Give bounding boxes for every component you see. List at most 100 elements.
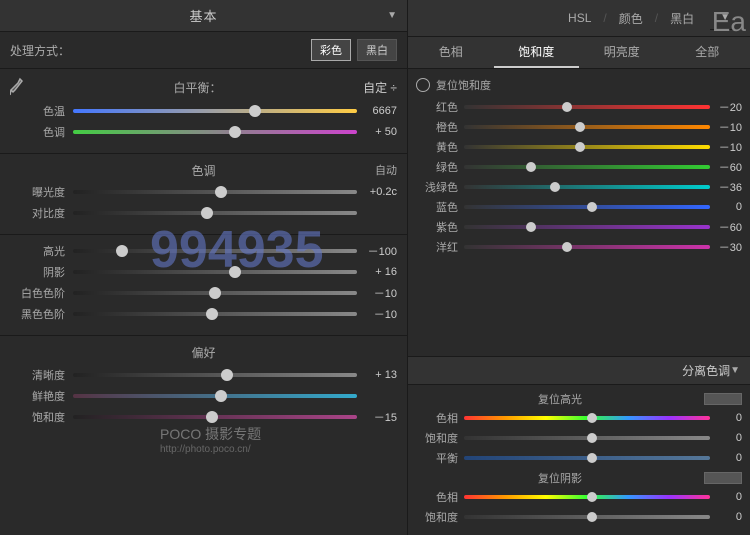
exposure-label: 曝光度 [10, 184, 65, 200]
split-saturation-label: 饱和度 [416, 430, 458, 446]
split-hue-row: 色相 0 [416, 410, 742, 426]
highlight-value: －100 [357, 243, 397, 259]
hsl-red-value: －20 [710, 99, 742, 115]
hsl-green-value: －60 [710, 159, 742, 175]
black-level-value: －10 [357, 306, 397, 322]
contrast-label: 对比度 [10, 205, 65, 221]
tint-slider[interactable] [73, 125, 357, 139]
black-level-label: 黑色色阶 [10, 306, 65, 322]
saturation-left-value: －15 [357, 409, 397, 425]
hsl-row-orange: 橙色 －10 [416, 119, 742, 135]
detail-section: 高光 －100 阴影 + 16 白色色阶 [0, 235, 407, 336]
hsl-magenta-value: －30 [710, 239, 742, 255]
white-level-label: 白色色阶 [10, 285, 65, 301]
hsl-sliders-area: 复位饱和度 红色 －20 橙色 －10 黄色 [408, 69, 750, 356]
split-hue-slider[interactable] [464, 412, 710, 424]
split-toning-arrow: ▼ [730, 365, 740, 376]
shadow-slider[interactable] [73, 265, 357, 279]
vibrance-slider[interactable] [73, 389, 357, 403]
highlight-slider[interactable] [73, 244, 357, 258]
color-temp-value: 6667 [357, 105, 397, 117]
contrast-slider[interactable] [73, 206, 357, 220]
vibrance-label: 鲜艳度 [10, 388, 65, 404]
hsl-circle-icon [416, 78, 430, 92]
split-saturation-row: 饱和度 0 [416, 430, 742, 446]
hsl-row-blue: 蓝色 0 [416, 199, 742, 215]
hsl-aqua-slider[interactable] [464, 181, 710, 193]
hsl-purple-value: －60 [710, 219, 742, 235]
split-hue-label: 色相 [416, 410, 458, 426]
shadow-swatch [704, 472, 742, 484]
white-level-slider[interactable] [73, 286, 357, 300]
split-hue-value: 0 [710, 412, 742, 424]
bw-title[interactable]: 黑白 [666, 10, 698, 27]
hsl-title[interactable]: HSL [564, 11, 595, 25]
hsl-green-slider[interactable] [464, 161, 710, 173]
wb-label: 白平衡： [32, 79, 363, 96]
shadow-hue-slider[interactable] [464, 491, 710, 503]
tab-saturation[interactable]: 饱和度 [494, 37, 580, 68]
hsl-section-header: HSL / 颜色 / 黑白 ▼ [408, 0, 750, 37]
hsl-row-red: 红色 －20 [416, 99, 742, 115]
hsl-blue-slider[interactable] [464, 201, 710, 213]
top-right-label: Ea [712, 6, 746, 38]
balance-row: 平衡 0 [416, 450, 742, 466]
basic-title: 基本 [189, 6, 217, 25]
hsl-aqua-value: －36 [710, 179, 742, 195]
balance-label: 平衡 [416, 450, 458, 466]
hsl-magenta-label: 洋红 [416, 239, 458, 255]
split-toning-title: 分离色调 [682, 362, 730, 379]
shadow-hue-label: 色相 [416, 489, 458, 505]
tone-auto-button[interactable]: 自动 [375, 162, 397, 178]
hsl-row-green: 绿色 －60 [416, 159, 742, 175]
clarity-slider[interactable] [73, 368, 357, 382]
tab-all[interactable]: 全部 [665, 37, 750, 68]
shadow-saturation-value: 0 [710, 511, 742, 523]
hsl-row-purple: 紫色 －60 [416, 219, 742, 235]
wb-value: 自定 ÷ [363, 79, 397, 96]
hsl-yellow-slider[interactable] [464, 141, 710, 153]
color-temp-slider[interactable] [73, 104, 357, 118]
tint-row: 色调 + 50 [10, 124, 397, 140]
hsl-magenta-slider[interactable] [464, 241, 710, 253]
shadow-saturation-label: 饱和度 [416, 509, 458, 525]
saturation-left-slider[interactable] [73, 410, 357, 424]
tint-label: 色调 [10, 124, 65, 140]
left-panel: 基本 ▼ 处理方式： 彩色 黑白 白平衡： 自定 ÷ 色温 [0, 0, 408, 535]
tint-value: + 50 [357, 126, 397, 138]
bw-mode-button[interactable]: 黑白 [357, 39, 397, 61]
basic-section-header[interactable]: 基本 ▼ [0, 0, 407, 32]
exposure-slider[interactable] [73, 185, 357, 199]
hsl-red-slider[interactable] [464, 101, 710, 113]
shadow-hue-row: 色相 0 [416, 489, 742, 505]
shadow-reset-label: 复位阴影 [416, 470, 704, 486]
split-toning-sliders: 复位高光 色相 0 饱和度 0 平衡 [408, 385, 750, 535]
shadow-saturation-row: 饱和度 0 [416, 509, 742, 525]
white-level-value: －10 [357, 285, 397, 301]
balance-slider[interactable] [464, 452, 710, 464]
white-balance-section: 白平衡： 自定 ÷ 色温 6667 色调 + 50 [0, 69, 407, 154]
basic-arrow: ▼ [387, 10, 397, 21]
clarity-label: 清晰度 [10, 367, 65, 383]
sep2: / [655, 11, 658, 25]
split-saturation-slider[interactable] [464, 432, 710, 444]
saturation-left-label: 饱和度 [10, 409, 65, 425]
tone-section: 色调 自动 曝光度 +0.2c 对比度 [0, 154, 407, 235]
tabs-row: 色相 饱和度 明亮度 全部 [408, 37, 750, 69]
hsl-orange-label: 橙色 [416, 119, 458, 135]
hsl-purple-slider[interactable] [464, 221, 710, 233]
hsl-group-label: 复位饱和度 [436, 73, 491, 97]
processing-row: 处理方式： 彩色 黑白 [0, 32, 407, 69]
hsl-orange-slider[interactable] [464, 121, 710, 133]
processing-label: 处理方式： [10, 42, 70, 59]
color-mode-button[interactable]: 彩色 [311, 39, 351, 61]
tab-luminance[interactable]: 明亮度 [579, 37, 665, 68]
tab-hue[interactable]: 色相 [408, 37, 494, 68]
color-title[interactable]: 颜色 [615, 10, 647, 27]
highlight-label: 高光 [10, 243, 65, 259]
color-temp-row: 色温 6667 [10, 103, 397, 119]
black-level-slider[interactable] [73, 307, 357, 321]
shadow-label: 阴影 [10, 264, 65, 280]
shadow-saturation-slider[interactable] [464, 511, 710, 523]
shadow-hue-value: 0 [710, 491, 742, 503]
